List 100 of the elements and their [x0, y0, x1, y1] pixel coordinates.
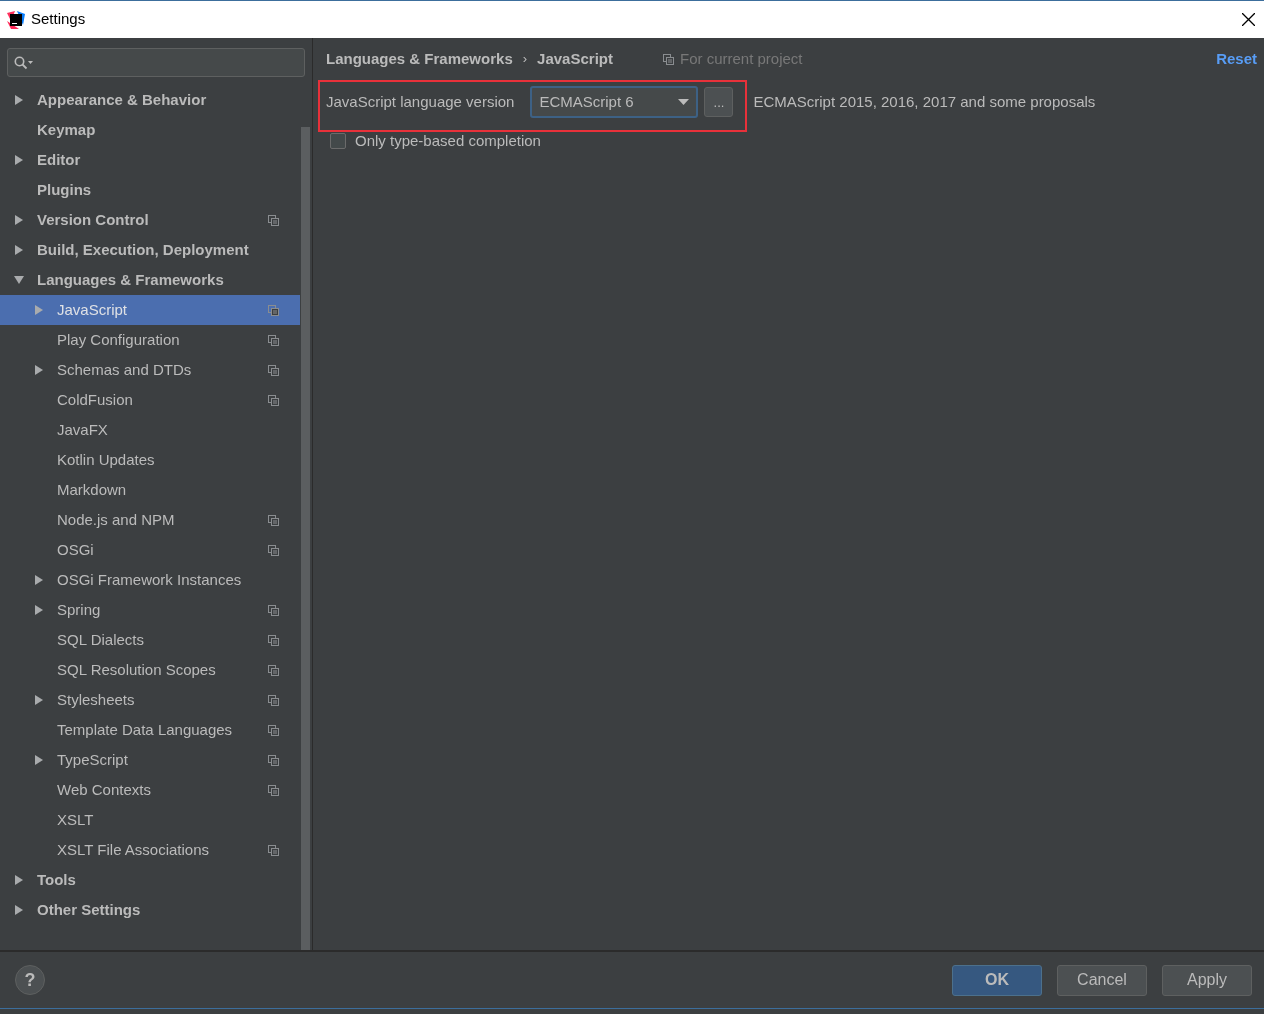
tree-item-label: Play Configuration	[57, 329, 180, 350]
version-dropdown[interactable]: ECMAScript 6	[530, 86, 699, 118]
dialog-button[interactable]: Apply	[1162, 964, 1252, 996]
dialog-button[interactable]: Cancel	[1057, 964, 1147, 996]
scrollbar[interactable]	[301, 127, 310, 950]
tree-item-label: Node.js and NPM	[57, 509, 175, 530]
copy-icon	[268, 844, 279, 856]
copy-icon	[268, 754, 279, 766]
collapsed-arrow-icon[interactable]	[34, 755, 44, 765]
copy-icon	[268, 544, 279, 556]
dialog-button[interactable]: OK	[952, 964, 1042, 996]
copy-icon	[268, 514, 279, 526]
copy-icon	[268, 334, 279, 346]
tree-item-label: ColdFusion	[57, 389, 133, 410]
tree-item-label: Plugins	[37, 179, 92, 200]
copy-icon	[268, 724, 279, 736]
tree-item-label: OSGi	[57, 539, 94, 560]
copy-icon	[662, 53, 674, 65]
copy-icon	[268, 784, 279, 796]
tree-item[interactable]: Kotlin Updates	[0, 445, 300, 475]
tree-item-label: JavaScript	[57, 299, 128, 320]
copy-icon	[268, 304, 279, 316]
tree-item-label: SQL Resolution Scopes	[57, 659, 216, 680]
tree-item[interactable]: Spring	[0, 595, 300, 625]
tree-item-label: Version Control	[37, 209, 149, 230]
tree-item-label: Stylesheets	[57, 689, 135, 710]
collapsed-arrow-icon[interactable]	[14, 215, 24, 225]
tree-item[interactable]: OSGi	[0, 535, 300, 565]
tree-item[interactable]: Build, Execution, Deployment	[0, 235, 300, 265]
tree-item-label: Build, Execution, Deployment	[37, 239, 249, 260]
tree-item[interactable]: Plugins	[0, 175, 300, 205]
tree-item-label: Template Data Languages	[57, 719, 233, 740]
tree-item-label: Spring	[57, 599, 101, 620]
tree-item-label: Languages & Frameworks	[37, 269, 224, 290]
tree-item[interactable]: OSGi Framework Instances	[0, 565, 300, 595]
tree-item[interactable]: Schemas and DTDs	[0, 355, 300, 385]
breadcrumb-separator: ›	[522, 50, 528, 69]
tree-item[interactable]: XSLT File Associations	[0, 835, 300, 865]
close-icon[interactable]	[1242, 13, 1255, 26]
tree-item-label: Other Settings	[37, 899, 141, 920]
copy-icon	[268, 664, 279, 676]
tree-item[interactable]: Appearance & Behavior	[0, 85, 300, 115]
collapsed-arrow-icon[interactable]	[14, 245, 24, 255]
tree-item[interactable]: Editor	[0, 145, 300, 175]
tree-item-label: XSLT File Associations	[57, 839, 209, 860]
help-button[interactable]: ?	[15, 965, 45, 995]
tree-item-label: SQL Dialects	[57, 629, 144, 650]
more-button[interactable]: ...	[704, 87, 734, 117]
tree-item-label: Appearance & Behavior	[37, 89, 207, 110]
tree-item-label: XSLT	[57, 809, 94, 830]
tree-item-label: JavaFX	[57, 419, 108, 440]
tree-item-label: Kotlin Updates	[57, 449, 155, 470]
scope-label: For current project	[679, 48, 803, 69]
breadcrumb-parent[interactable]: Languages & Frameworks	[326, 47, 513, 71]
tree-item-label: Keymap	[37, 119, 96, 140]
tree-item[interactable]: ColdFusion	[0, 385, 300, 415]
checkbox[interactable]	[330, 133, 346, 150]
copy-icon	[268, 694, 279, 706]
tree-item-label: Schemas and DTDs	[57, 359, 192, 380]
search-icon	[14, 55, 34, 70]
copy-icon	[268, 604, 279, 616]
tree-item[interactable]: SQL Resolution Scopes	[0, 655, 300, 685]
expanded-arrow-icon[interactable]	[14, 275, 24, 285]
collapsed-arrow-icon[interactable]	[34, 575, 44, 585]
tree-item[interactable]: Other Settings	[0, 895, 300, 925]
tree-item[interactable]: JavaScript	[0, 295, 300, 325]
tree-item[interactable]: Play Configuration	[0, 325, 300, 355]
collapsed-arrow-icon[interactable]	[34, 365, 44, 375]
tree-item[interactable]: Version Control	[0, 205, 300, 235]
tree-item[interactable]: Languages & Frameworks	[0, 265, 300, 295]
copy-icon	[268, 214, 279, 226]
collapsed-arrow-icon[interactable]	[14, 875, 24, 885]
collapsed-arrow-icon[interactable]	[14, 155, 24, 165]
breadcrumb-current: JavaScript	[537, 48, 613, 69]
collapsed-arrow-icon[interactable]	[34, 695, 44, 705]
tree-item[interactable]: SQL Dialects	[0, 625, 300, 655]
field-label: JavaScript language version	[326, 91, 515, 112]
collapsed-arrow-icon[interactable]	[14, 905, 24, 915]
window-title: Settings	[31, 9, 86, 30]
collapsed-arrow-icon[interactable]	[14, 95, 24, 105]
tree-item[interactable]: JavaFX	[0, 415, 300, 445]
tree-item[interactable]: Tools	[0, 865, 300, 895]
tree-item[interactable]: Markdown	[0, 475, 300, 505]
caret-icon	[678, 99, 690, 105]
collapsed-arrow-icon[interactable]	[34, 605, 44, 615]
tree-item[interactable]: Stylesheets	[0, 685, 300, 715]
copy-icon	[268, 634, 279, 646]
tree-item[interactable]: Node.js and NPM	[0, 505, 300, 535]
reset-link[interactable]: Reset	[1216, 47, 1257, 71]
tree-item-label: Web Contexts	[57, 779, 151, 800]
tree-item-label: OSGi Framework Instances	[57, 569, 242, 590]
copy-icon	[268, 394, 279, 406]
app-logo-icon	[7, 10, 25, 29]
search-field[interactable]	[7, 48, 305, 77]
tree-item[interactable]: Keymap	[0, 115, 300, 145]
tree-item[interactable]: Web Contexts	[0, 775, 300, 805]
tree-item-label: Tools	[37, 869, 76, 890]
tree-item[interactable]: TypeScript	[0, 745, 300, 775]
tree-item[interactable]: XSLT	[0, 805, 300, 835]
tree-item[interactable]: Template Data Languages	[0, 715, 300, 745]
